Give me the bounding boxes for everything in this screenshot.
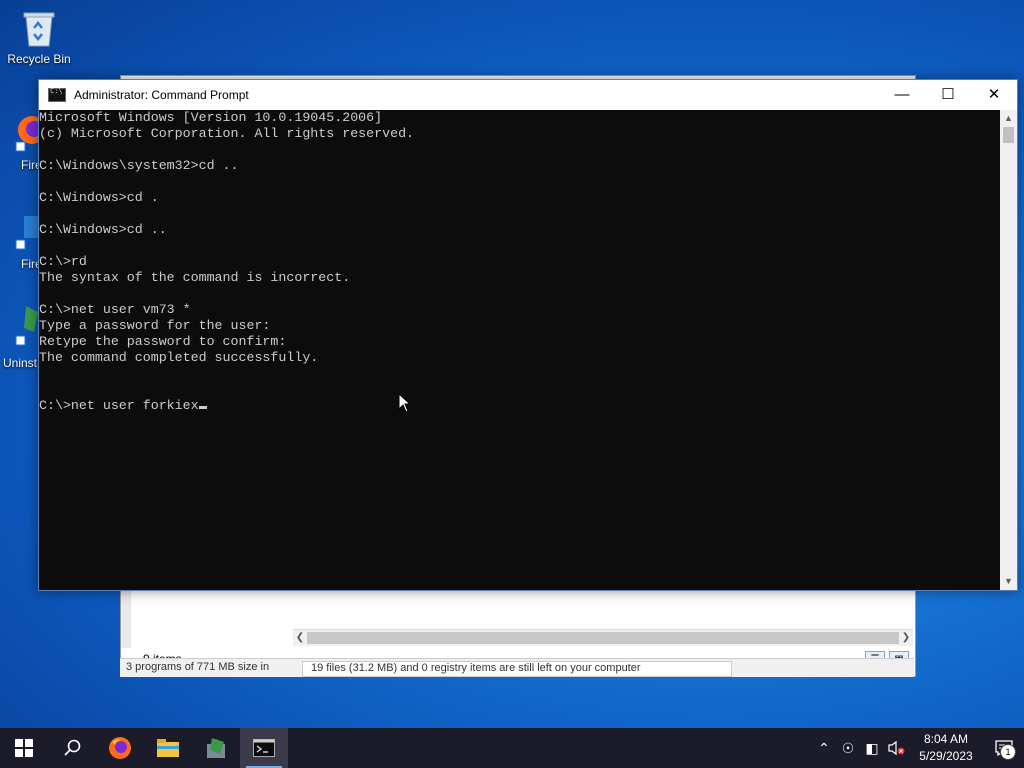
clock[interactable]: 8:04 AM 5/29/2023 <box>908 731 984 765</box>
recycle-bin-label: Recycle Bin <box>7 52 71 66</box>
search-icon <box>64 739 81 756</box>
console-line: C:\>rd <box>39 254 87 269</box>
firefox-private-desktop-icon[interactable] <box>14 214 40 254</box>
recycle-bin-icon <box>19 8 59 48</box>
mouse-pointer-icon <box>398 393 412 413</box>
volume-muted-icon[interactable] <box>884 728 908 768</box>
console-line: The syntax of the command is incorrect. <box>39 270 351 285</box>
console-line: Type a password for the user: <box>39 318 271 333</box>
console-line: Microsoft Windows [Version 10.0.19045.20… <box>39 110 383 125</box>
scroll-down-icon[interactable]: ▼ <box>1000 573 1017 590</box>
meet-now-icon[interactable]: ☉ <box>836 728 860 768</box>
uninstaller-status-right: 19 files (31.2 MB) and 0 registry items … <box>302 661 732 677</box>
scrollbar-thumb[interactable] <box>1003 127 1014 143</box>
command-prompt-window[interactable]: Administrator: Command Prompt — ☐ ✕ Micr… <box>38 79 1018 591</box>
console-line: C:\Windows>cd .. <box>39 222 167 237</box>
command-prompt-icon <box>253 739 275 757</box>
console-output[interactable]: Microsoft Windows [Version 10.0.19045.20… <box>39 110 999 590</box>
console-line: Retype the password to confirm: <box>39 334 287 349</box>
console-lines: Microsoft Windows [Version 10.0.19045.20… <box>39 110 999 398</box>
uninstaller-desktop-icon[interactable] <box>14 302 40 350</box>
window-title: Administrator: Command Prompt <box>74 88 249 102</box>
console-input-line[interactable]: C:\>net user forkiex <box>39 398 199 413</box>
show-hidden-icons-chevron-icon[interactable]: ⌃ <box>812 728 836 768</box>
clock-time: 8:04 AM <box>923 732 969 746</box>
uninstaller-status-bar: 3 programs of 771 MB size in 19 files (3… <box>120 658 914 677</box>
minimize-button[interactable]: — <box>879 80 925 110</box>
action-center-button[interactable]: 1 <box>984 728 1024 768</box>
recycle-bin-desktop-icon[interactable]: Recycle Bin <box>0 8 79 66</box>
firefox-desktop-icon[interactable] <box>14 112 46 152</box>
title-bar[interactable]: Administrator: Command Prompt — ☐ ✕ <box>39 80 1017 110</box>
firefox-icon <box>15 116 46 152</box>
taskbar: ⌃ ☉ ◧ 8:04 AM 5/29/2023 1 <box>0 728 1024 768</box>
taskbar-installer[interactable] <box>192 728 240 768</box>
console-line: C:\>net user vm73 * <box>39 302 191 317</box>
clock-date: 5/29/2023 <box>919 749 973 763</box>
search-button[interactable] <box>48 728 96 768</box>
navigation-pane-strip <box>121 588 131 648</box>
scroll-left-icon[interactable]: ❮ <box>293 630 307 646</box>
close-button[interactable]: ✕ <box>971 80 1017 110</box>
uninstaller-icon <box>15 306 38 346</box>
start-button[interactable] <box>0 728 48 768</box>
console-line: The command completed successfully. <box>39 350 319 365</box>
file-explorer-icon <box>157 739 179 757</box>
console-line: (c) Microsoft Corporation. All rights re… <box>39 126 415 141</box>
taskbar-file-explorer[interactable] <box>144 728 192 768</box>
horizontal-scrollbar[interactable]: ❮ ❯ <box>293 629 913 646</box>
taskbar-firefox[interactable] <box>96 728 144 768</box>
scroll-right-icon[interactable]: ❯ <box>899 630 913 646</box>
network-icon[interactable]: ◧ <box>860 728 884 768</box>
installer-icon <box>207 738 225 758</box>
monitor-icon <box>15 216 40 250</box>
uninstaller-desktop-label: Uninst <box>3 356 38 370</box>
maximize-button[interactable]: ☐ <box>925 80 971 110</box>
console-line: C:\Windows>cd . <box>39 190 159 205</box>
scroll-up-icon[interactable]: ▲ <box>1000 110 1017 127</box>
command-prompt-icon[interactable] <box>48 87 66 102</box>
windows-logo-icon <box>15 739 33 757</box>
scrollbar-thumb[interactable] <box>307 632 899 644</box>
vertical-scrollbar[interactable]: ▲ ▼ <box>1000 110 1017 590</box>
notification-count-badge: 1 <box>1000 744 1016 760</box>
system-tray: ⌃ ☉ ◧ 8:04 AM 5/29/2023 1 <box>812 728 1024 768</box>
taskbar-command-prompt[interactable] <box>240 728 288 768</box>
console-line: C:\Windows\system32>cd .. <box>39 158 239 173</box>
text-cursor <box>198 406 207 409</box>
firefox-icon <box>109 737 131 759</box>
uninstaller-status-left: 3 programs of 771 MB size in <box>126 661 270 673</box>
